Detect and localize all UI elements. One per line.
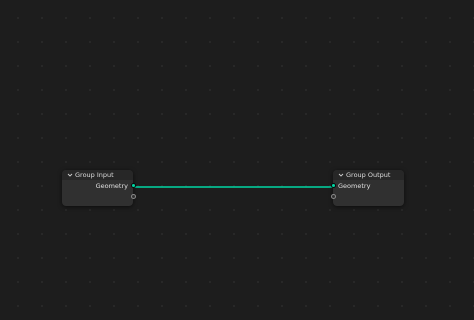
group-input-node[interactable]: Group Input Geometry <box>62 170 136 206</box>
node-editor-canvas[interactable] <box>0 0 474 320</box>
chevron-down-icon[interactable] <box>66 171 74 179</box>
group-output-node[interactable]: Group Output Geometry <box>330 170 404 206</box>
socket-label: Geometry <box>95 181 128 190</box>
node-title: Group Output <box>346 171 391 179</box>
empty-output-socket[interactable] <box>130 194 136 199</box>
empty-input-socket[interactable] <box>330 194 336 199</box>
node-title: Group Input <box>75 171 114 179</box>
output-socket-row <box>62 191 136 202</box>
node-header[interactable]: Group Output <box>333 170 404 180</box>
node-header[interactable]: Group Input <box>62 170 133 180</box>
input-socket-row <box>330 191 404 202</box>
socket-label: Geometry <box>338 181 371 190</box>
geometry-output-socket[interactable] <box>130 183 136 188</box>
chevron-down-icon[interactable] <box>337 171 345 179</box>
geometry-input-socket[interactable] <box>330 183 336 188</box>
output-socket-row: Geometry <box>62 180 136 191</box>
input-socket-row: Geometry <box>330 180 404 191</box>
